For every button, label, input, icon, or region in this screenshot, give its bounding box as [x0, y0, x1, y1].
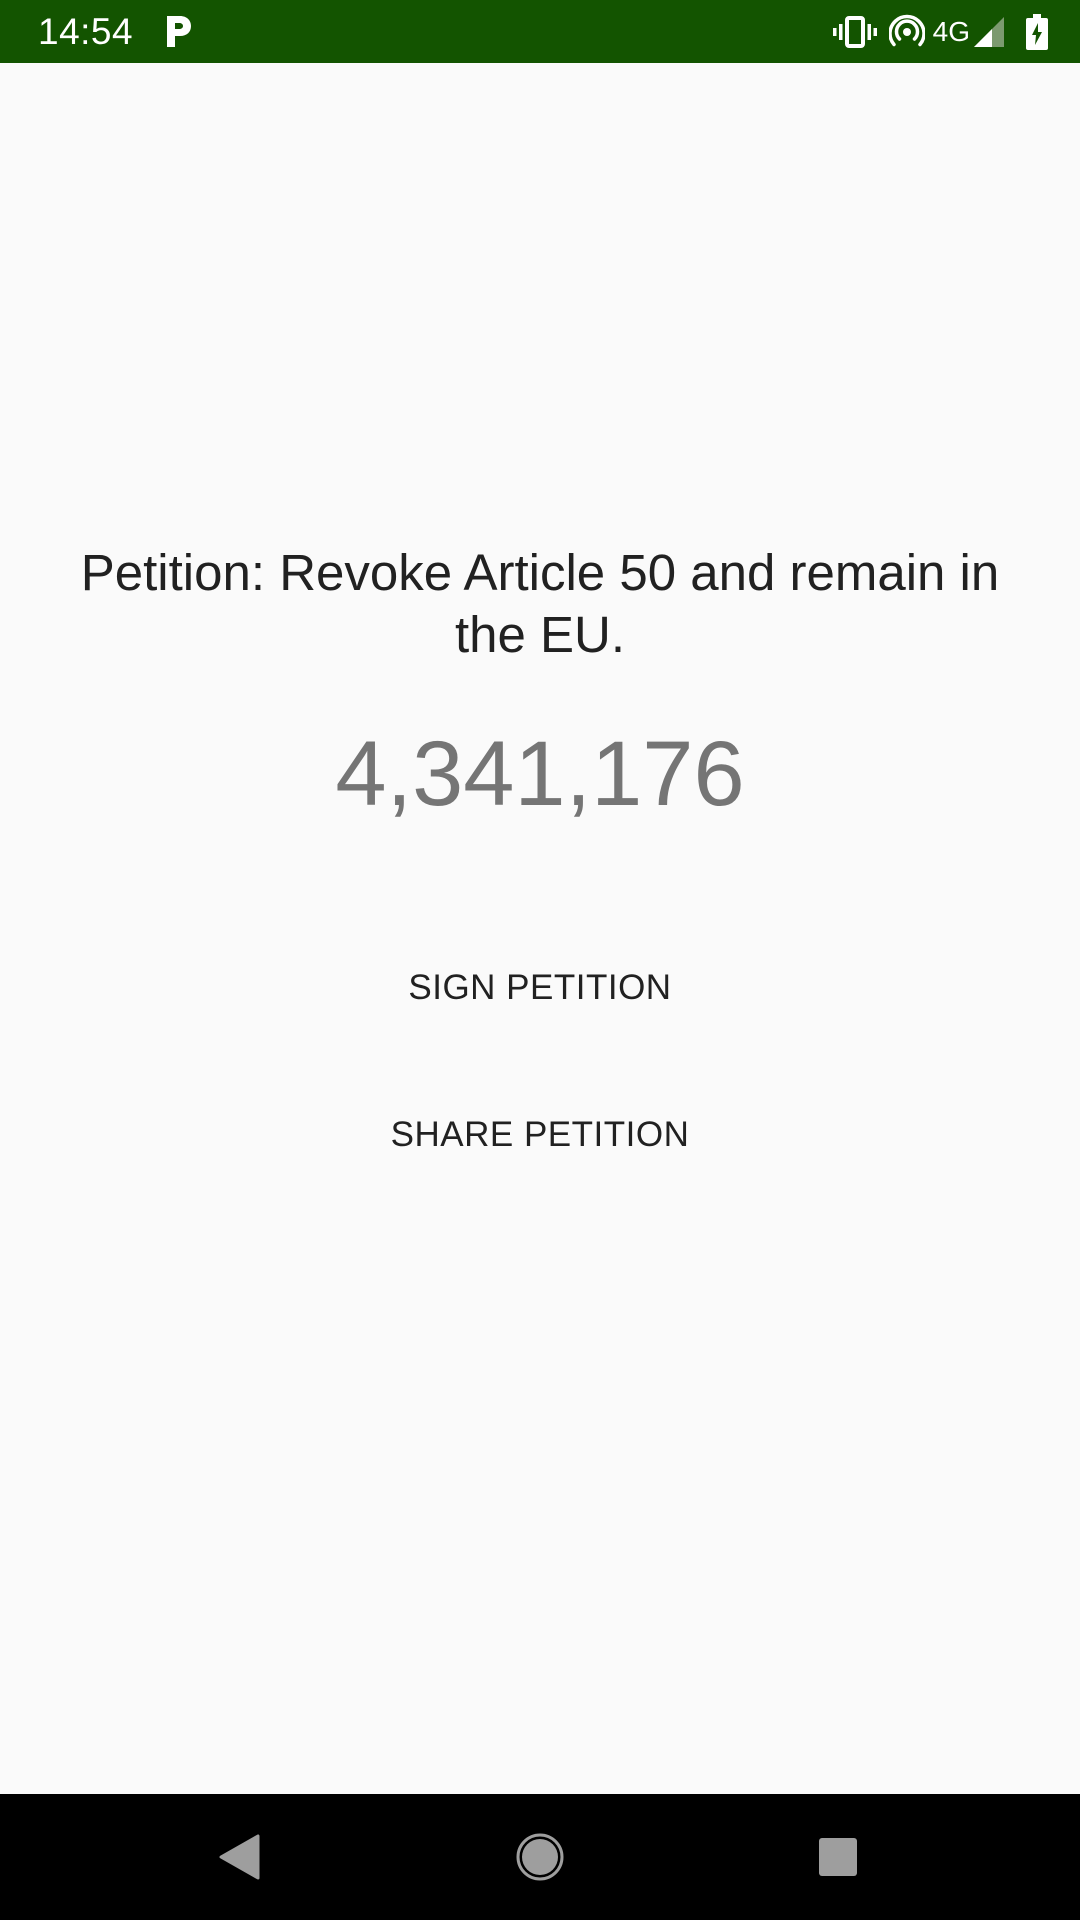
share-petition-button[interactable]: SHARE PETITION [340, 1080, 740, 1190]
status-time: 14:54 [38, 11, 134, 52]
signature-count: 4,341,176 [335, 723, 745, 825]
hotspot-icon [888, 14, 925, 47]
battery-charging-icon [1026, 14, 1048, 50]
petition-title: Petition: Revoke Article 50 and remain i… [80, 544, 1000, 663]
recents-icon [819, 1838, 857, 1876]
recents-button[interactable] [798, 1817, 878, 1897]
vibrate-icon [832, 16, 877, 48]
home-icon [516, 1833, 564, 1881]
main-content [0, 63, 1080, 1794]
back-icon [219, 1834, 260, 1880]
signal-icon [974, 17, 1004, 47]
parking-app-icon [167, 16, 191, 47]
status-bar: 14:54 4G [0, 0, 1080, 63]
back-button[interactable] [200, 1817, 280, 1897]
navigation-bar [0, 1794, 1080, 1920]
network-type-label: 4G [932, 16, 970, 47]
sign-petition-button[interactable]: SIGN PETITION [340, 933, 740, 1043]
home-button[interactable] [500, 1817, 580, 1897]
status-icons: 4G [821, 11, 1048, 53]
